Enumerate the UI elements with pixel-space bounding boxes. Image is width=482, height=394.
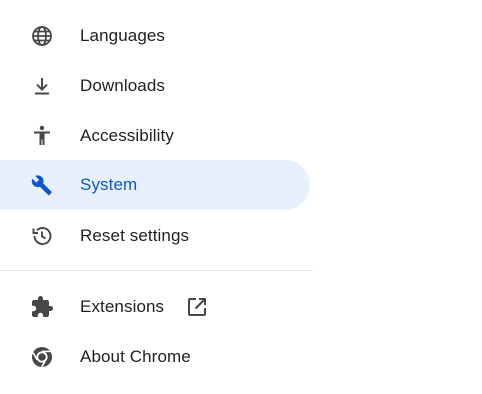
globe-icon — [30, 24, 54, 48]
sidebar-item-extensions[interactable]: Extensions — [0, 282, 310, 332]
sidebar-divider — [0, 270, 313, 271]
sidebar-item-languages[interactable]: Languages — [0, 11, 310, 61]
sidebar-item-label: Accessibility — [80, 126, 174, 145]
sidebar-item-label: Reset settings — [80, 226, 190, 245]
sidebar-item-label: System — [80, 175, 138, 194]
sidebar-item-reset-settings[interactable]: Reset settings — [0, 211, 310, 261]
open-in-new-icon — [185, 295, 209, 319]
sidebar-item-accessibility[interactable]: Accessibility — [0, 111, 310, 161]
sidebar-item-label: Downloads — [80, 76, 166, 95]
puzzle-piece-icon — [30, 295, 54, 319]
sidebar-item-label: Extensions — [80, 297, 165, 316]
accessibility-icon — [30, 124, 54, 148]
sidebar-item-label: Languages — [80, 26, 166, 45]
sidebar-item-about-chrome[interactable]: About Chrome — [0, 332, 310, 382]
wrench-icon — [30, 173, 54, 197]
settings-sidebar: Languages Downloads Accessibility System — [0, 0, 313, 394]
chrome-logo-icon — [30, 345, 54, 369]
sidebar-item-system[interactable]: System — [0, 160, 310, 210]
download-icon — [30, 74, 54, 98]
reset-history-icon — [30, 224, 54, 248]
sidebar-item-downloads[interactable]: Downloads — [0, 61, 310, 111]
sidebar-item-label: About Chrome — [80, 347, 191, 366]
